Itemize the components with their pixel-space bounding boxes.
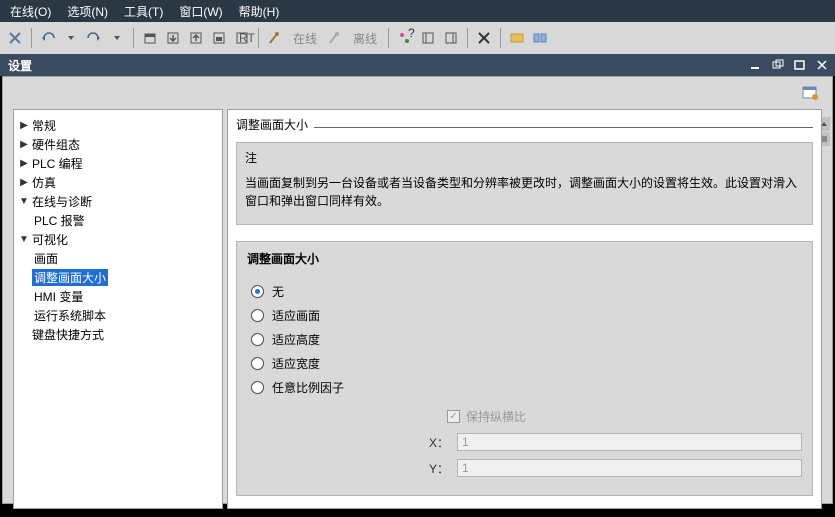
y-field-row: Y： <box>247 457 802 479</box>
separator <box>133 28 134 48</box>
tool-icon-8[interactable] <box>440 27 462 49</box>
x-field-row: X： <box>247 431 802 453</box>
tree-vis[interactable]: ▼可视化 <box>18 230 218 249</box>
redo-icon[interactable] <box>83 27 105 49</box>
radio-custom-factor[interactable]: 任意比例因子 <box>251 375 802 399</box>
tree-hardware[interactable]: ▶硬件组态 <box>18 135 218 154</box>
radio-fit-screen[interactable]: 适应画面 <box>251 303 802 327</box>
section-header: 调整画面大小 <box>228 110 821 138</box>
radio-fit-height[interactable]: 适应高度 <box>251 327 802 351</box>
tree-hmi-var[interactable]: HMI 变量 <box>18 287 218 306</box>
chevron-right-icon: ▶ <box>18 120 30 131</box>
tree-plc-alarm[interactable]: PLC 报警 <box>18 211 218 230</box>
tool-icon-5[interactable]: RT <box>231 27 253 49</box>
chevron-down-icon: ▼ <box>18 196 30 207</box>
maximize-icon[interactable] <box>789 56 811 74</box>
x-label: X： <box>247 434 457 451</box>
chevron-right-icon: ▶ <box>18 177 30 188</box>
content-panel: 调整画面大小 注 当画面复制到另一台设备或者当设备类型和分辨率被更改时，调整画面… <box>227 109 822 509</box>
tree-keyboard[interactable]: 键盘快捷方式 <box>18 325 218 344</box>
undo-dropdown-icon[interactable] <box>60 27 82 49</box>
chevron-down-icon: ▼ <box>18 234 30 245</box>
menu-window[interactable]: 窗口(W) <box>171 1 230 22</box>
tree-resize[interactable]: 调整画面大小 <box>18 268 218 287</box>
download-icon[interactable] <box>162 27 184 49</box>
toolbar-online-label[interactable]: 在线 <box>287 30 323 47</box>
window-title: 设置 <box>8 57 32 74</box>
layout-icon-2[interactable] <box>529 27 551 49</box>
close-window-icon[interactable] <box>811 56 833 74</box>
radio-icon <box>251 381 264 394</box>
tool-icon-1[interactable] <box>139 27 161 49</box>
form-box: 调整画面大小 无 适应画面 适应高度 适应宽度 任意比例因子 ✓保持纵横比 X：… <box>236 241 813 496</box>
radio-icon <box>251 357 264 370</box>
form-title: 调整画面大小 <box>247 250 802 267</box>
tree-screen[interactable]: 画面 <box>18 249 218 268</box>
tree-script[interactable]: 运行系统脚本 <box>18 306 218 325</box>
x-input <box>457 433 802 451</box>
separator <box>258 28 259 48</box>
y-input <box>457 459 802 477</box>
tree-diag[interactable]: ▼在线与诊断 <box>18 192 218 211</box>
radio-icon <box>251 333 264 346</box>
separator <box>500 28 501 48</box>
checkbox-icon: ✓ <box>447 410 460 423</box>
tree-plc[interactable]: ▶PLC 编程 <box>18 154 218 173</box>
main-panel: ▶常规 ▶硬件组态 ▶PLC 编程 ▶仿真 ▼在线与诊断 PLC 报警 ▼可视化… <box>2 76 833 504</box>
undo-icon[interactable] <box>37 27 59 49</box>
keep-ratio-checkbox: ✓保持纵横比 <box>447 405 802 427</box>
separator <box>467 28 468 48</box>
upload-icon[interactable] <box>185 27 207 49</box>
probe-icon[interactable] <box>264 27 286 49</box>
tree-sim[interactable]: ▶仿真 <box>18 173 218 192</box>
radio-icon <box>251 309 264 322</box>
layout-icon-1[interactable] <box>506 27 528 49</box>
tool-icon-7[interactable] <box>417 27 439 49</box>
section-title: 调整画面大小 <box>236 116 308 133</box>
menu-tools[interactable]: 工具(T) <box>116 1 171 22</box>
chevron-right-icon: ▶ <box>18 158 30 169</box>
separator <box>388 28 389 48</box>
note-box: 注 当画面复制到另一台设备或者当设备类型和分辨率被更改时，调整画面大小的设置将生… <box>236 142 813 225</box>
close-icon[interactable] <box>4 27 26 49</box>
svg-text:RT: RT <box>239 31 255 45</box>
divider <box>314 127 813 128</box>
toolbar: RT 在线 离线 ? <box>0 22 835 54</box>
note-title: 注 <box>245 149 804 166</box>
tree-general[interactable]: ▶常规 <box>18 116 218 135</box>
toolbar-offline-label[interactable]: 离线 <box>347 30 383 47</box>
chevron-right-icon: ▶ <box>18 139 30 150</box>
radio-fit-width[interactable]: 适应宽度 <box>251 351 802 375</box>
note-body: 当画面复制到另一台设备或者当设备类型和分辨率被更改时，调整画面大小的设置将生效。… <box>245 174 804 210</box>
y-label: Y： <box>247 460 457 477</box>
separator <box>31 28 32 48</box>
radio-none[interactable]: 无 <box>251 279 802 303</box>
redo-dropdown-icon[interactable] <box>106 27 128 49</box>
tool-icon-4[interactable] <box>208 27 230 49</box>
menu-online[interactable]: 在线(O) <box>2 1 59 22</box>
delete-icon[interactable] <box>473 27 495 49</box>
radio-icon <box>251 285 264 298</box>
menu-help[interactable]: 帮助(H) <box>231 1 288 22</box>
menubar: 在线(O) 选项(N) 工具(T) 窗口(W) 帮助(H) <box>0 0 835 22</box>
probe-off-icon[interactable] <box>324 27 346 49</box>
titlebar: 设置 <box>0 54 835 76</box>
minimize-icon[interactable] <box>745 56 767 74</box>
tree-panel: ▶常规 ▶硬件组态 ▶PLC 编程 ▶仿真 ▼在线与诊断 PLC 报警 ▼可视化… <box>13 109 223 509</box>
help-icon[interactable]: ? <box>394 27 416 49</box>
restore-icon[interactable] <box>767 56 789 74</box>
svg-text:?: ? <box>408 26 415 40</box>
menu-options[interactable]: 选项(N) <box>59 1 116 22</box>
